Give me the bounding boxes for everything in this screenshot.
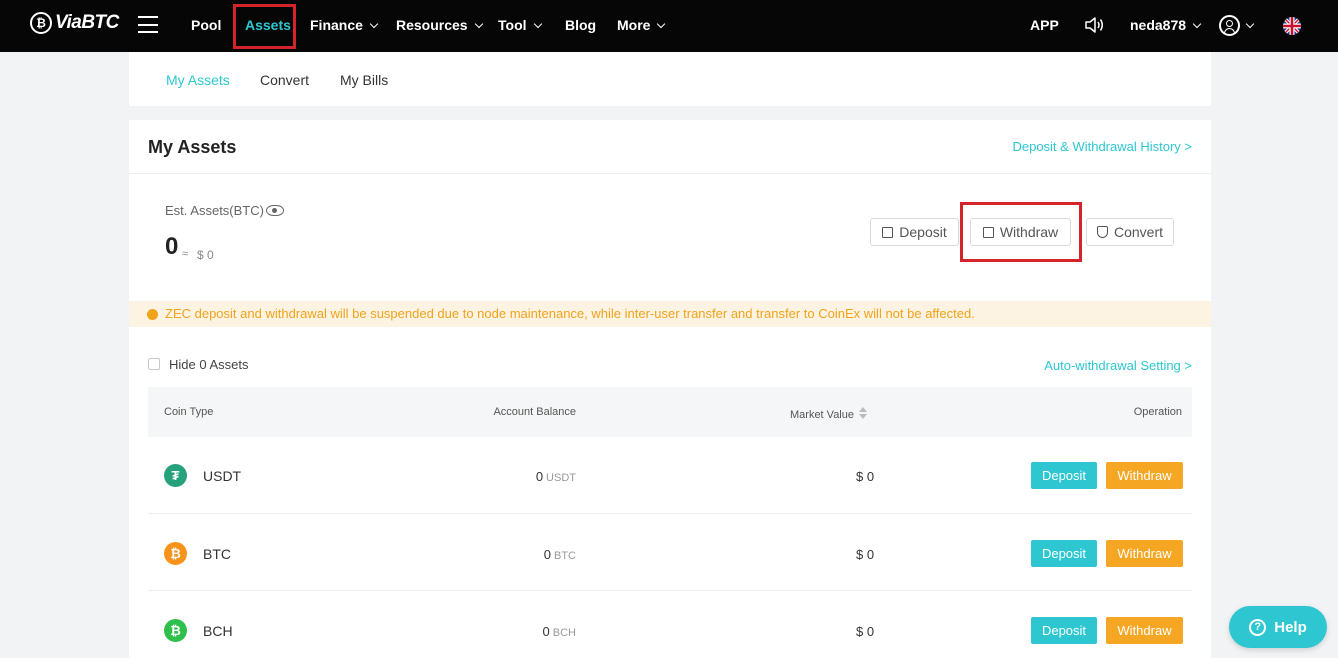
sort-icon[interactable]	[859, 407, 867, 419]
balance-unit: USDT	[546, 472, 576, 484]
table-row: ₮ USDT 0 USDT $ 0 Deposit Withdraw	[148, 437, 1192, 514]
deposit-button[interactable]: Deposit	[870, 218, 959, 246]
hide-zero-label[interactable]: Hide 0 Assets	[169, 357, 249, 372]
nav-app[interactable]: APP	[1030, 0, 1059, 52]
header-operation: Operation	[1133, 406, 1182, 418]
est-assets-value: 0	[165, 233, 179, 260]
header-market-value[interactable]: Market Value	[790, 406, 867, 421]
deposit-icon	[882, 226, 894, 238]
nav-pool[interactable]: Pool	[191, 0, 221, 52]
chevron-down-icon	[1192, 19, 1202, 29]
chevron-down-icon	[657, 19, 666, 29]
tether-icon: ₮	[164, 464, 187, 487]
question-icon: ?	[1249, 618, 1267, 636]
approx-symbol: ≈	[182, 248, 189, 260]
deposit-button-label: Deposit	[899, 224, 947, 240]
my-assets-card: My Assets Deposit & Withdrawal History >…	[129, 120, 1211, 658]
nav-more[interactable]: More	[617, 0, 666, 52]
table-header: Coin Type Account Balance Market Value O…	[148, 387, 1192, 437]
warning-dot-icon	[147, 308, 158, 320]
nav-finance[interactable]: Finance	[310, 0, 379, 52]
tab-my-bills[interactable]: My Bills	[340, 72, 388, 88]
header-market-value-label: Market Value	[790, 409, 854, 421]
row-withdraw-button[interactable]: Withdraw	[1106, 617, 1183, 644]
help-label: Help	[1274, 618, 1307, 636]
chevron-down-icon	[369, 19, 379, 29]
account-balance: 0 BCH	[543, 624, 576, 639]
coin-name: USDT	[203, 468, 242, 484]
bitcoin-cash-icon: ₿	[164, 619, 187, 642]
nav-blog[interactable]: Blog	[565, 0, 596, 52]
account-icon[interactable]	[1219, 15, 1240, 36]
asset-subtabs: My Assets Convert My Bills	[129, 52, 1211, 106]
row-deposit-button[interactable]: Deposit	[1031, 617, 1097, 644]
speaker-icon[interactable]	[1084, 16, 1104, 34]
logo-mark-icon: ₿	[30, 12, 52, 34]
balance-amount: 0	[543, 547, 551, 562]
coin-name: BTC	[203, 546, 231, 562]
table-row: ₿ BCH 0 BCH $ 0 Deposit Withdraw	[148, 592, 1192, 658]
market-value: $ 0	[856, 469, 875, 484]
convert-button[interactable]: Convert	[1086, 218, 1174, 246]
header-account-balance: Account Balance	[493, 406, 576, 418]
market-value: $ 0	[856, 624, 875, 639]
highlight-assets-box	[233, 4, 296, 49]
top-navbar: ₿ ViaBTC Pool Assets Finance Resources T…	[0, 0, 1338, 52]
est-assets-text: Est. Assets(BTC)	[165, 203, 264, 218]
account-balance: 0 USDT	[536, 469, 576, 484]
uk-flag-icon[interactable]	[1283, 17, 1301, 35]
balance-unit: BCH	[552, 627, 576, 639]
chevron-down-icon[interactable]	[1245, 19, 1255, 29]
balance-amount: 0	[542, 624, 550, 639]
shield-icon	[1096, 226, 1108, 238]
notice-text: ZEC deposit and withdrawal will be suspe…	[165, 306, 975, 321]
account-balance: 0 BTC	[544, 547, 576, 562]
maintenance-notice: ZEC deposit and withdrawal will be suspe…	[129, 301, 1211, 327]
row-withdraw-button[interactable]: Withdraw	[1106, 462, 1183, 489]
nav-resources[interactable]: Resources	[396, 0, 483, 52]
viabtc-logo[interactable]: ₿ ViaBTC	[30, 12, 119, 34]
tab-my-assets[interactable]: My Assets	[166, 72, 230, 88]
coin-name: BCH	[203, 623, 233, 639]
est-usd-value: $ 0	[197, 248, 214, 262]
row-withdraw-button[interactable]: Withdraw	[1106, 540, 1183, 567]
row-deposit-button[interactable]: Deposit	[1031, 462, 1097, 489]
est-assets-label: Est. Assets(BTC)	[165, 203, 284, 218]
row-deposit-button[interactable]: Deposit	[1031, 540, 1097, 567]
auto-withdrawal-setting-link[interactable]: Auto-withdrawal Setting >	[1044, 358, 1192, 373]
balance-amount: 0	[535, 469, 544, 484]
page-title: My Assets	[148, 137, 237, 157]
logo-text: ViaBTC	[55, 12, 119, 33]
user-menu[interactable]: neda878	[1130, 0, 1202, 52]
deposit-withdrawal-history-link[interactable]: Deposit & Withdrawal History >	[1012, 139, 1192, 154]
help-button[interactable]: ? Help	[1229, 606, 1327, 648]
market-value: $ 0	[856, 547, 875, 562]
hide-zero-checkbox[interactable]	[148, 358, 160, 370]
nav-tool[interactable]: Tool	[498, 0, 542, 52]
balance-unit: BTC	[554, 550, 576, 562]
tab-convert[interactable]: Convert	[260, 72, 309, 88]
hamburger-menu-icon[interactable]	[138, 16, 158, 33]
convert-button-label: Convert	[1113, 224, 1164, 240]
table-row: ₿ BTC 0 BTC $ 0 Deposit Withdraw	[148, 514, 1192, 591]
header-coin-type: Coin Type	[164, 406, 214, 418]
chevron-down-icon	[474, 19, 483, 29]
divider	[129, 173, 1211, 174]
bitcoin-icon: ₿	[164, 542, 187, 565]
chevron-down-icon	[533, 19, 542, 29]
eye-icon[interactable]	[265, 205, 284, 216]
highlight-withdraw-box	[960, 202, 1082, 262]
